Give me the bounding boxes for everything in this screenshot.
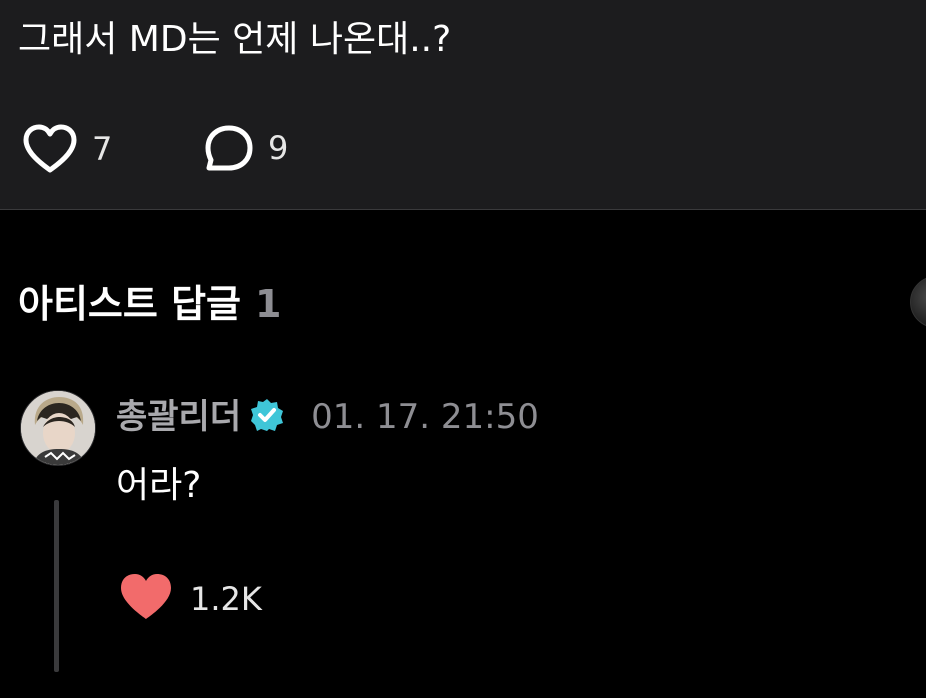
reply-like-button[interactable]: 1.2K bbox=[118, 572, 262, 626]
reply-timestamp: 01. 17. 21:50 bbox=[311, 397, 539, 437]
artist-replies-header: 아티스트 답글 1 bbox=[18, 280, 281, 328]
like-count: 7 bbox=[92, 130, 113, 168]
reply-like-count: 1.2K bbox=[190, 580, 262, 618]
artist-replies-count: 1 bbox=[255, 282, 282, 326]
verified-badge-icon bbox=[249, 397, 285, 437]
comment-button[interactable]: 9 bbox=[204, 124, 288, 172]
like-button[interactable]: 7 bbox=[22, 124, 112, 174]
artist-replies-title: 아티스트 답글 bbox=[18, 282, 241, 326]
reply-author[interactable]: 총괄리더 bbox=[116, 394, 241, 440]
post-text: 그래서 MD는 언제 나온대..? bbox=[18, 19, 452, 60]
heart-filled-icon bbox=[118, 572, 174, 626]
thread-line bbox=[54, 500, 59, 672]
avatar-image bbox=[21, 391, 95, 465]
reply-text: 어라? bbox=[116, 465, 202, 506]
comment-count: 9 bbox=[268, 129, 289, 167]
avatar[interactable] bbox=[20, 390, 96, 466]
artist-avatar-carousel[interactable] bbox=[910, 276, 926, 328]
reply-meta: 총괄리더 01. 17. 21:50 bbox=[116, 394, 539, 440]
heart-outline-icon bbox=[22, 124, 78, 174]
speech-bubble-icon bbox=[204, 124, 254, 172]
